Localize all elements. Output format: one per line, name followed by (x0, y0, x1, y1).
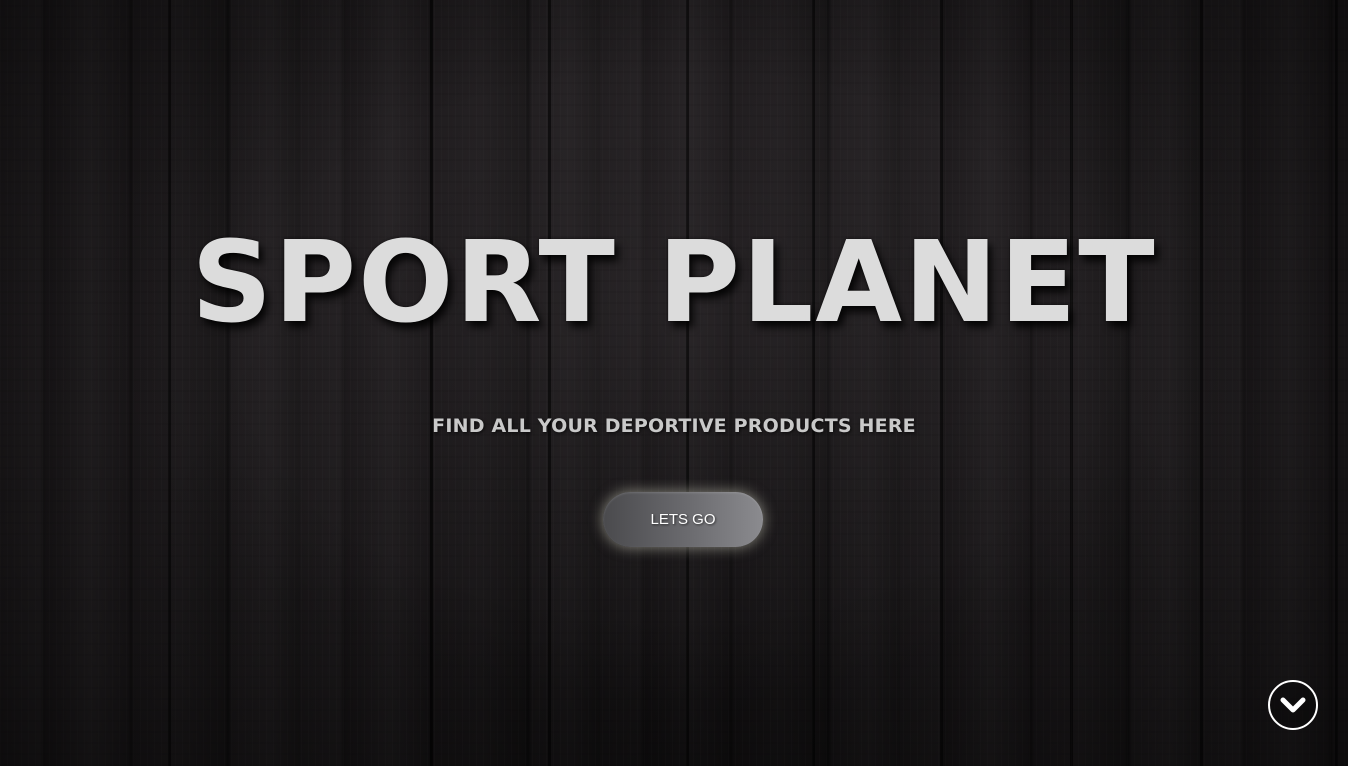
site-title: SPORT PLANET (191, 218, 1157, 348)
wood-plank-divider (168, 0, 171, 766)
wood-plank-divider (940, 0, 943, 766)
lets-go-button[interactable]: LETS GO (603, 492, 763, 547)
scroll-down-button[interactable] (1268, 680, 1318, 730)
wood-plank-divider (548, 0, 551, 766)
hero-section: SPORT PLANET FIND ALL YOUR DEPORTIVE PRO… (0, 0, 1348, 766)
wood-plank-divider (1200, 0, 1203, 766)
wood-plank-divider (1070, 0, 1073, 766)
chevron-down-icon (1280, 697, 1306, 713)
hero-subtitle: FIND ALL YOUR DEPORTIVE PRODUCTS HERE (432, 415, 916, 437)
wood-plank-divider (686, 0, 689, 766)
wood-plank-divider (812, 0, 815, 766)
wood-plank-divider (430, 0, 433, 766)
wood-plank-divider (1335, 0, 1338, 766)
background-vignette (0, 0, 1348, 766)
wood-grain-texture (0, 0, 1348, 766)
